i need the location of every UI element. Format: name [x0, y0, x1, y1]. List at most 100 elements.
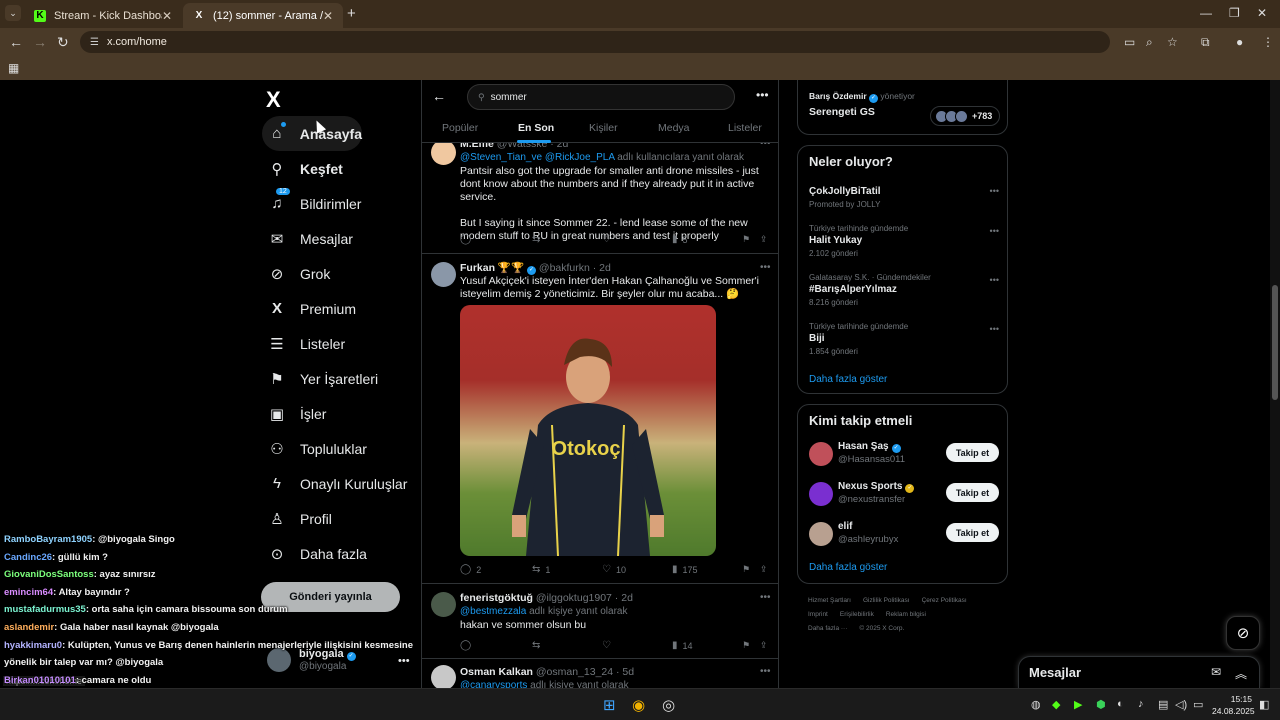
footer-link[interactable]: Reklam bilgisi — [886, 611, 926, 618]
new-message-icon[interactable]: ✉ — [1211, 665, 1221, 679]
reply-mentions[interactable]: @bestmezzala — [460, 606, 526, 617]
reload-icon[interactable]: ↻ — [57, 34, 69, 51]
reply-button[interactable]: ◯ — [460, 640, 476, 651]
like-button[interactable]: ♡ — [602, 234, 616, 245]
nav-communities[interactable]: ⚇ Topluluklar — [262, 431, 422, 466]
avatar[interactable] — [809, 442, 833, 466]
nav-grok[interactable]: ⊘ Grok — [262, 256, 422, 291]
footer-link[interactable]: Daha fazla ··· — [808, 625, 847, 632]
post-author[interactable]: feneristgöktuğ — [460, 592, 533, 604]
network-icon[interactable]: ▤ — [1158, 698, 1168, 711]
avatar[interactable] — [809, 482, 833, 506]
nav-notifications[interactable]: ♫ 12 Bildirimler — [262, 186, 422, 221]
more-dots-icon[interactable]: ••• — [990, 186, 999, 196]
bookmark-star-icon[interactable]: ☆ — [1167, 35, 1178, 49]
expand-chevron-icon[interactable]: ︽ — [1235, 665, 1247, 682]
extensions-icon[interactable]: ⧉ — [1201, 35, 1210, 50]
more-dots-icon[interactable]: ••• — [756, 88, 769, 102]
show-more-trends-link[interactable]: Daha fazla göster — [809, 374, 887, 385]
volume-icon[interactable]: ◁) — [1175, 698, 1187, 711]
share-icon[interactable]: ⇪ — [760, 234, 768, 245]
close-tab-icon[interactable]: ✕ — [162, 9, 172, 23]
avatar[interactable] — [431, 262, 456, 287]
more-dots-icon[interactable]: ••• — [760, 262, 771, 273]
show-more-follow-link[interactable]: Daha fazla göster — [809, 562, 887, 573]
more-dots-icon[interactable]: ••• — [990, 226, 999, 236]
messages-dock[interactable]: Mesajlar ✉ ︽ — [1018, 656, 1260, 688]
views-button[interactable]: ▮ 175 — [672, 564, 698, 575]
follow-suggestion[interactable]: elif @ashleyrubyx Takip et — [809, 520, 999, 550]
tray-app-icon[interactable]: ◍ — [1031, 698, 1041, 711]
nav-premium[interactable]: X Premium — [262, 291, 422, 326]
microphone-icon[interactable]: ♪ — [1138, 698, 1144, 710]
scrollbar-thumb[interactable] — [1272, 285, 1278, 400]
nav-verified-orgs[interactable]: ϟ Onaylı Kuruluşlar — [262, 466, 422, 501]
footer-link[interactable]: Erişilebilirlik — [840, 611, 874, 618]
follow-suggestion[interactable]: Hasan Şaş ✓ @Hasansas011 Takip et — [809, 440, 999, 470]
like-button[interactable]: ♡ 10 — [602, 564, 626, 575]
follow-button[interactable]: Takip et — [946, 483, 999, 502]
views-button[interactable]: ▮ 14 — [672, 640, 693, 651]
back-arrow-icon[interactable]: ← — [432, 88, 446, 104]
battery-icon[interactable]: ▭ — [1193, 698, 1203, 711]
restore-icon[interactable]: ❐ — [1229, 6, 1240, 20]
reply-button[interactable]: ◯ 2 — [460, 564, 481, 575]
post[interactable]: Osman Kalkan @osman_13_24 · 5d @canarysp… — [422, 659, 778, 688]
tab-popular[interactable]: Popüler — [442, 122, 478, 134]
x-logo-icon[interactable]: X — [266, 87, 281, 113]
follow-button[interactable]: Takip et — [946, 523, 999, 542]
obs-icon[interactable]: ◎ — [662, 696, 675, 714]
search-input[interactable]: ⚲ sommer — [467, 84, 735, 110]
like-button[interactable]: ♡ — [602, 640, 616, 651]
tab-people[interactable]: Kişiler — [589, 122, 618, 134]
apps-grid-icon[interactable]: ▦ — [8, 61, 19, 75]
post[interactable]: Furkan 🏆🏆 ✓ @bakfurkn · 2d Yusuf Akçiçek… — [422, 254, 778, 584]
footer-link[interactable]: Çerez Politikası — [922, 597, 967, 604]
browser-menu-icon[interactable]: ⋮ — [1262, 35, 1274, 49]
bookmark-icon[interactable]: ⚑ — [742, 640, 750, 651]
repost-button[interactable]: ⇆ — [532, 234, 545, 245]
footer-link[interactable]: Gizlilik Politikası — [863, 597, 910, 604]
avatar[interactable] — [431, 665, 456, 688]
forward-arrow-icon[interactable]: → — [33, 34, 47, 50]
more-dots-icon[interactable]: ••• — [760, 592, 771, 603]
tab-media[interactable]: Medya — [658, 122, 690, 134]
share-icon[interactable]: ⇪ — [760, 640, 768, 651]
post-author[interactable]: Osman Kalkan — [460, 666, 533, 678]
address-bar[interactable]: ☰ x.com/home — [80, 31, 1110, 53]
system-clock[interactable]: 15:15 24.08.2025 — [1212, 693, 1255, 717]
post[interactable]: feneristgöktuğ @ilggoktug1907 · 2d @best… — [422, 584, 778, 659]
follow-button[interactable]: Takip et — [946, 443, 999, 462]
tray-app-icon[interactable]: ◆ — [1052, 698, 1060, 711]
profile-avatar-icon[interactable]: ● — [1236, 35, 1243, 49]
tray-app-icon[interactable]: ⬢ — [1096, 698, 1106, 711]
site-info-icon[interactable]: ☰ — [90, 37, 99, 48]
community-members[interactable]: +783 — [930, 106, 1000, 126]
close-window-icon[interactable]: ✕ — [1257, 6, 1267, 20]
zoom-icon[interactable]: ⌕ — [1146, 35, 1153, 50]
new-tab-icon[interactable]: + — [347, 5, 356, 22]
bookmark-icon[interactable]: ⚑ — [742, 234, 750, 245]
tab-kick-dashboard[interactable]: K Stream - Kick Dashboard ✕ — [24, 3, 182, 28]
share-icon[interactable]: ⇪ — [760, 564, 768, 575]
trend-item[interactable]: ÇokJollyBiTatil Promoted by JOLLY ••• — [809, 184, 999, 209]
tab-latest[interactable]: En Son — [518, 122, 554, 134]
more-dots-icon[interactable]: ••• — [760, 666, 771, 677]
close-tab-icon[interactable]: ✕ — [323, 9, 333, 23]
minimize-icon[interactable]: — — [1200, 6, 1212, 20]
footer-link[interactable]: © 2025 X Corp. — [859, 625, 904, 632]
footer-link[interactable]: Imprint — [808, 611, 828, 618]
avatar[interactable] — [809, 522, 833, 546]
nav-jobs[interactable]: ▣ İşler — [262, 396, 422, 431]
trend-item[interactable]: Türkiye tarihinde gündemde Biji 1.854 gö… — [809, 322, 999, 356]
repost-button[interactable]: ⇆ — [532, 640, 545, 651]
follow-suggestion[interactable]: Nexus Sports ✓ @nexustransfer Takip et — [809, 480, 999, 510]
post-image[interactable]: Otokoç — [460, 305, 716, 556]
more-dots-icon[interactable]: ••• — [990, 275, 999, 285]
trend-item[interactable]: Galatasaray S.K. · Gündemdekiler #BarışA… — [809, 273, 999, 307]
views-button[interactable]: ▮ 5 — [672, 234, 688, 245]
bookmark-icon[interactable]: ⚑ — [742, 564, 750, 575]
avatar[interactable] — [431, 592, 456, 617]
steam-icon[interactable]: ◐ — [1117, 698, 1124, 710]
windows-start-icon[interactable]: ⊞ — [603, 696, 616, 714]
